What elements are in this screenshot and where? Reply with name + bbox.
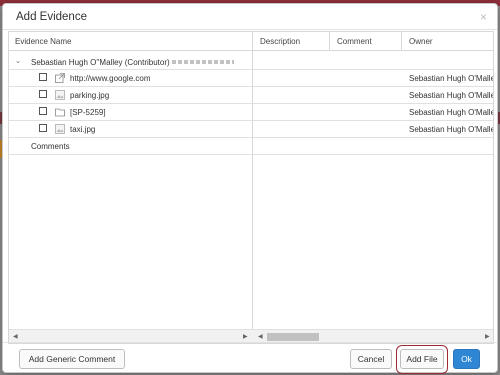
evidence-grid: Evidence Name Description Comment Owner … xyxy=(8,31,494,344)
row-divider xyxy=(9,154,493,155)
row-divider xyxy=(9,137,493,138)
add-evidence-dialog: Add Evidence × Evidence Name Description… xyxy=(2,3,498,374)
column-header-owner[interactable]: Owner xyxy=(409,37,433,46)
cancel-button[interactable]: Cancel xyxy=(350,349,392,369)
evidence-name[interactable]: taxi.jpg xyxy=(70,125,95,134)
owner-cell: Sebastian Hugh O'Malley xyxy=(409,108,494,117)
close-icon[interactable]: × xyxy=(480,10,487,24)
column-divider xyxy=(252,32,253,329)
column-divider xyxy=(329,32,330,51)
external-link-icon xyxy=(55,73,65,83)
owner-cell: Sebastian Hugh O'Malley xyxy=(409,125,494,134)
column-header-comment[interactable]: Comment xyxy=(337,37,372,46)
row-divider xyxy=(9,103,493,104)
row-checkbox[interactable] xyxy=(39,73,47,81)
image-file-icon xyxy=(55,90,65,100)
scrollbar-thumb[interactable] xyxy=(267,333,319,341)
scroll-right-icon[interactable]: ▶ xyxy=(243,333,248,340)
column-header-description[interactable]: Description xyxy=(260,37,300,46)
add-generic-comment-button[interactable]: Add Generic Comment xyxy=(19,349,125,369)
redacted-text xyxy=(172,60,234,64)
dialog-footer: Add Generic Comment Cancel Add File Ok xyxy=(3,342,497,374)
chevron-down-icon[interactable]: ⌄ xyxy=(15,57,21,65)
scroll-right-icon[interactable]: ▶ xyxy=(485,333,490,340)
owner-cell: Sebastian Hugh O'Malley xyxy=(409,74,494,83)
grid-header: Evidence Name Description Comment Owner xyxy=(9,32,493,51)
ok-button[interactable]: Ok xyxy=(453,349,480,369)
row-divider xyxy=(9,86,493,87)
row-checkbox[interactable] xyxy=(39,90,47,98)
image-file-icon xyxy=(55,124,65,134)
group-label: Sebastian Hugh O''Malley (Contributor) xyxy=(31,58,170,67)
row-checkbox[interactable] xyxy=(39,124,47,132)
column-header-evidence-name[interactable]: Evidence Name xyxy=(15,37,71,46)
owner-cell: Sebastian Hugh O'Malley xyxy=(409,91,494,100)
horizontal-scrollbar[interactable]: ◀ ▶ ◀ ▶ xyxy=(9,329,493,343)
add-file-button[interactable]: Add File xyxy=(400,349,444,369)
dialog-header: Add Evidence × xyxy=(3,4,497,30)
folder-icon xyxy=(55,108,65,117)
row-divider xyxy=(9,120,493,121)
comments-label: Comments xyxy=(31,142,70,151)
column-divider xyxy=(401,32,402,51)
evidence-link[interactable]: http://www.google.com xyxy=(70,74,150,83)
evidence-name[interactable]: [SP-5259] xyxy=(70,108,106,117)
dialog-title: Add Evidence xyxy=(16,11,87,23)
scroll-left-icon[interactable]: ◀ xyxy=(13,333,18,340)
evidence-name[interactable]: parking.jpg xyxy=(70,91,109,100)
row-checkbox[interactable] xyxy=(39,107,47,115)
row-divider xyxy=(9,69,493,70)
scroll-left-icon[interactable]: ◀ xyxy=(258,333,263,340)
